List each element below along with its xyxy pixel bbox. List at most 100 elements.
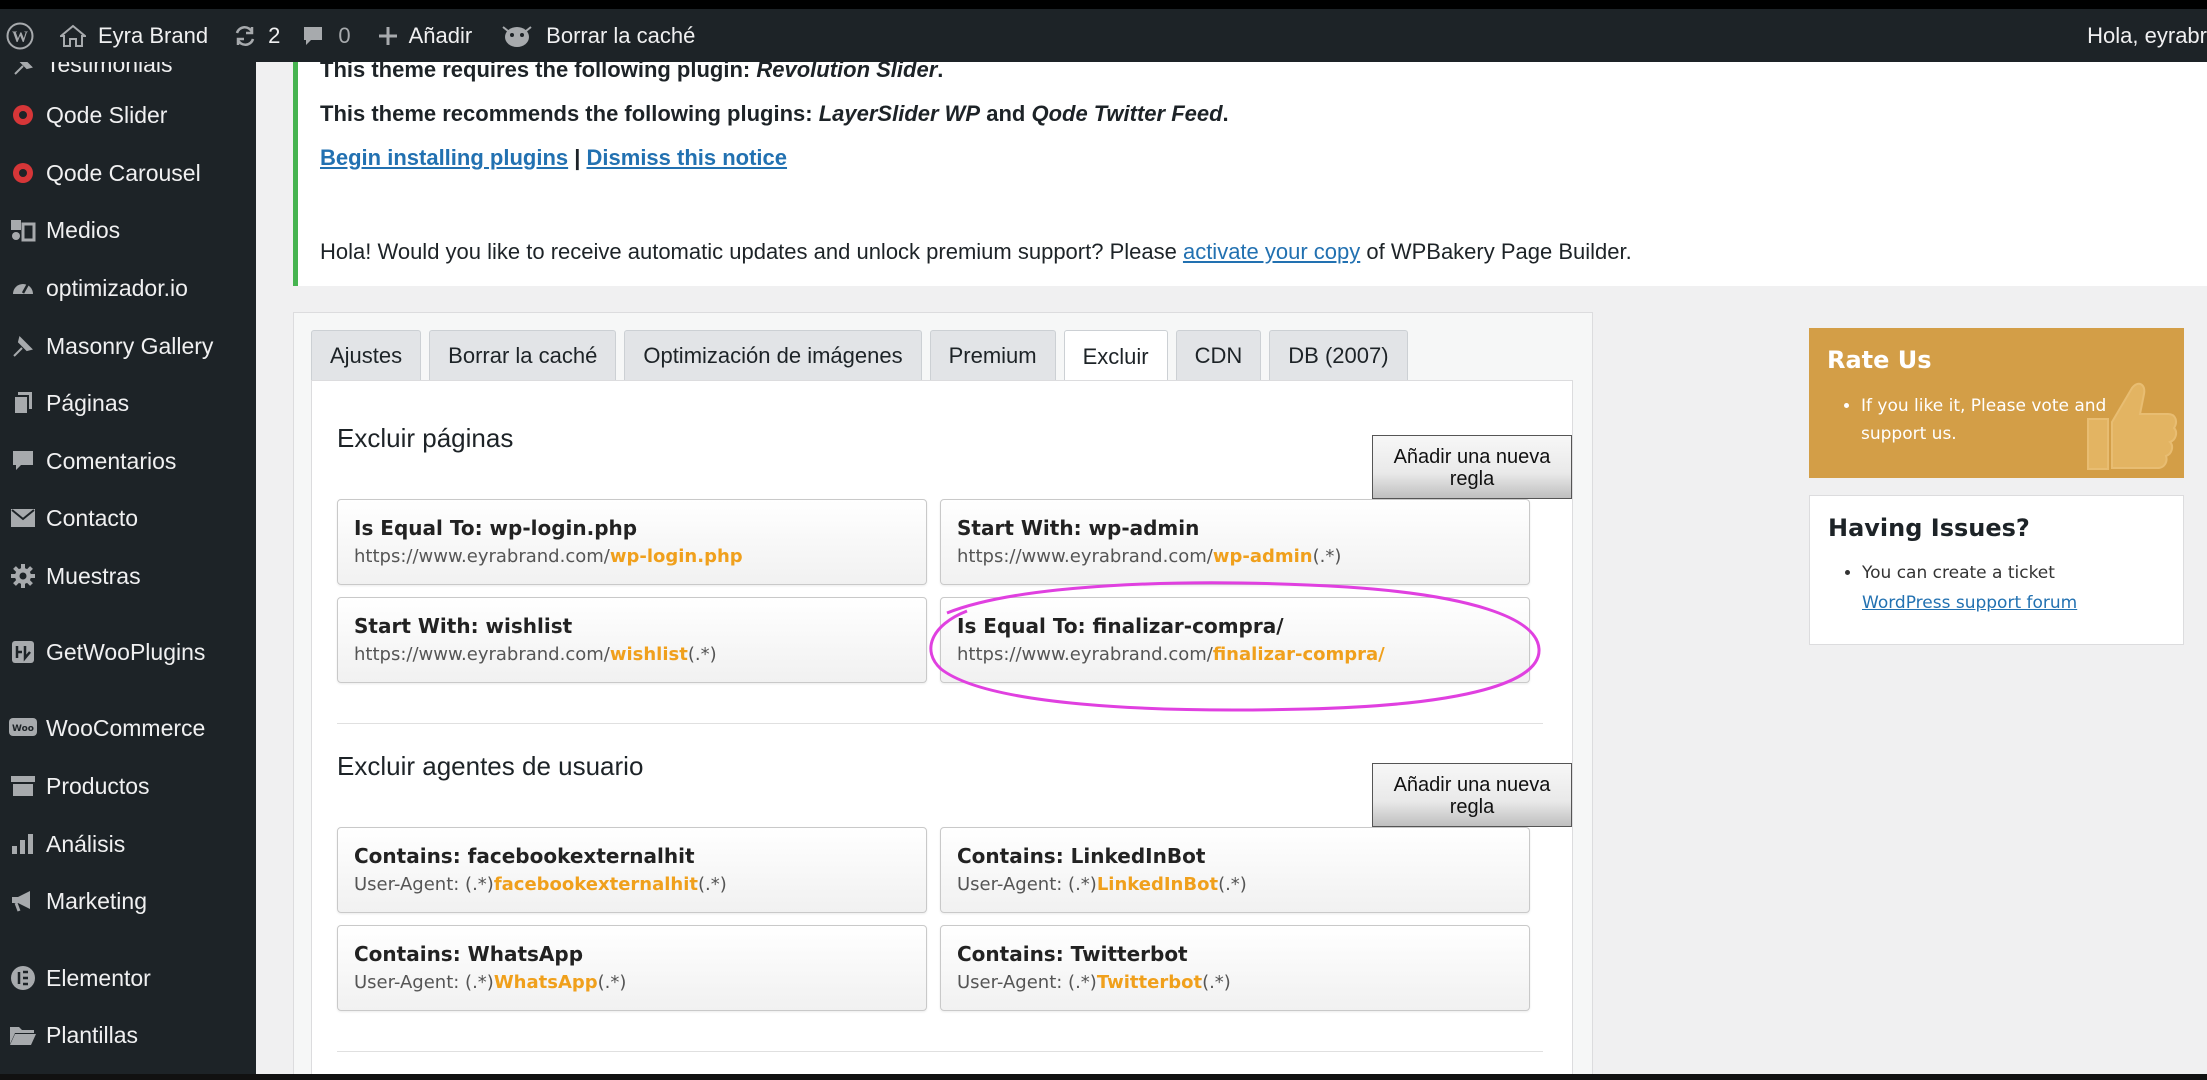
tab-borrar-cache[interactable]: Borrar la caché [429, 330, 617, 380]
rule-suffix: (.*) [1312, 546, 1342, 567]
mail-icon [0, 507, 46, 529]
menu-item-muestras[interactable]: Muestras [0, 554, 256, 598]
issues-title: Having Issues? [1828, 514, 2030, 542]
support-forum-link[interactable]: WordPress support forum [1862, 593, 2077, 613]
rule-title: Contains: LinkedInBot [957, 844, 1206, 868]
admin-sidebar: Testimonials Qode Slider Qode Carousel M… [0, 62, 256, 1074]
menu-item-marketing[interactable]: Marketing [0, 879, 256, 923]
wordpress-logo-icon[interactable]: W [0, 9, 44, 62]
rule-prefix: https://www.eyrabrand.com/ [957, 546, 1213, 567]
rule-title: Is Equal To: wp-login.php [354, 516, 638, 540]
plugin-name: Revolution Slider [756, 62, 938, 82]
plugin-name: Qode Twitter Feed [1031, 101, 1223, 126]
rule-pattern: https://www.eyrabrand.com/wp-admin(.*) [957, 542, 1513, 572]
rule-suffix: (.*) [1202, 972, 1231, 993]
menu-item-medios[interactable]: Medios [0, 208, 256, 252]
thumbs-up-icon [2087, 382, 2178, 470]
gauge-icon [0, 276, 46, 300]
menu-item-plantillas[interactable]: Plantillas [0, 1013, 256, 1057]
cheetah-icon [500, 23, 534, 49]
svg-text:Woo: Woo [12, 724, 34, 734]
clear-cache-label: Borrar la caché [546, 22, 696, 48]
site-name-link[interactable]: Eyra Brand [44, 9, 222, 62]
rule-prefix: https://www.eyrabrand.com/ [354, 546, 610, 567]
menu-item-testimonials[interactable]: Testimonials [0, 62, 256, 86]
agent-rule-card[interactable]: Contains: WhatsApp User-Agent: (.*)Whats… [337, 925, 927, 1011]
rule-highlight: WhatsApp [493, 972, 598, 993]
tab-content-excluir: Excluir páginas Añadir una nueva regla I… [311, 380, 1573, 1074]
add-page-rule-button[interactable]: Añadir una nueva regla [1372, 435, 1572, 499]
screen-bottom-edge [0, 1074, 2207, 1080]
menu-item-productos[interactable]: Productos [0, 764, 256, 808]
rule-highlight: facebookexternalhit [493, 874, 698, 895]
rule-highlight: wishlist [609, 644, 688, 665]
account-greeting[interactable]: Hola, eyrabr [2073, 9, 2207, 62]
woo-icon: Woo [0, 717, 46, 739]
rule-suffix: (.*) [687, 644, 717, 665]
menu-item-woocommerce[interactable]: Woo WooCommerce [0, 706, 256, 750]
updates-link[interactable]: 2 [222, 9, 290, 62]
annotation-circle [929, 581, 1541, 712]
menu-item-contacto[interactable]: Contacto [0, 496, 256, 540]
menu-item-masonry-gallery[interactable]: Masonry Gallery [0, 324, 256, 368]
begin-installing-link[interactable]: Begin installing plugins [320, 145, 568, 170]
agent-rule-card[interactable]: Contains: facebookexternalhit User-Agent… [337, 827, 927, 913]
menu-item-optimizador[interactable]: optimizador.io [0, 266, 256, 310]
agent-rule-card[interactable]: Contains: Twitterbot User-Agent: (.*)Twi… [940, 925, 1530, 1011]
page-rule-card[interactable]: Start With: wp-admin https://www.eyrabra… [940, 499, 1530, 585]
issues-description: You can create a ticket [1862, 563, 2055, 583]
rule-title: Contains: Twitterbot [957, 942, 1188, 966]
comments-link[interactable]: 0 [290, 9, 362, 62]
rule-prefix: User-Agent: (.*) [354, 972, 494, 993]
menu-item-qode-carousel[interactable]: Qode Carousel [0, 151, 256, 195]
menu-label: Marketing [46, 887, 147, 914]
agent-rule-card[interactable]: Contains: LinkedInBot User-Agent: (.*)Li… [940, 827, 1530, 913]
add-agent-rule-button[interactable]: Añadir una nueva regla [1372, 763, 1572, 827]
section-divider [337, 723, 1543, 724]
rule-pattern: User-Agent: (.*)LinkedInBot(.*) [957, 870, 1513, 900]
issues-text: You can create a ticket WordPress support… [1862, 558, 2183, 618]
menu-item-comentarios[interactable]: Comentarios [0, 439, 256, 483]
tab-excluir[interactable]: Excluir [1063, 330, 1168, 382]
tab-cdn[interactable]: CDN [1175, 330, 1262, 380]
rule-title: Start With: wishlist [354, 614, 573, 638]
section-title-excluir-paginas: Excluir páginas [337, 423, 514, 453]
plugin-recommend-line: This theme recommends the following plug… [320, 92, 2207, 136]
plus-icon [377, 25, 399, 47]
rule-highlight: wp-admin [1212, 546, 1313, 567]
rule-prefix: User-Agent: (.*) [957, 874, 1097, 895]
wpbakery-text: Hola! Would you like to receive automati… [320, 230, 2207, 274]
activate-copy-link[interactable]: activate your copy [1183, 239, 1360, 264]
tab-ajustes[interactable]: Ajustes [311, 330, 422, 380]
pin-icon [0, 62, 46, 76]
site-name: Eyra Brand [98, 22, 209, 48]
menu-label: Análisis [46, 830, 126, 857]
menu-item-getwooplugins[interactable]: GetWooPlugins [0, 630, 256, 674]
rule-title: Contains: facebookexternalhit [354, 844, 695, 868]
updates-count: 2 [268, 22, 281, 48]
menu-item-analisis[interactable]: Análisis [0, 822, 256, 866]
menu-label: Medios [46, 216, 121, 243]
tab-db[interactable]: DB (2007) [1269, 330, 1408, 380]
page-rule-card[interactable]: Start With: wishlist https://www.eyrabra… [337, 597, 927, 683]
admin-bar: W Eyra Brand 2 0 Añadir Borrar la caché … [0, 9, 2207, 62]
menu-label: Qode Slider [46, 101, 168, 128]
clear-cache-link[interactable]: Borrar la caché [486, 9, 709, 62]
menu-item-elementor[interactable]: Elementor [0, 956, 256, 1000]
menu-item-qode-slider[interactable]: Qode Slider [0, 93, 256, 137]
new-content-link[interactable]: Añadir [363, 9, 487, 62]
new-label: Añadir [408, 22, 473, 48]
svg-text:W: W [12, 29, 28, 46]
tab-optimizacion-imagenes[interactable]: Optimización de imágenes [624, 330, 922, 380]
dismiss-notice-link[interactable]: Dismiss this notice [587, 145, 788, 170]
menu-label: optimizador.io [46, 274, 188, 301]
plugin-box-icon [0, 640, 46, 664]
page-rule-card[interactable]: Is Equal To: wp-login.php https://www.ey… [337, 499, 927, 585]
menu-label: GetWooPlugins [46, 638, 206, 665]
menu-item-paginas[interactable]: Páginas [0, 381, 256, 425]
gear-icon [0, 563, 46, 589]
rule-title: Contains: WhatsApp [354, 942, 584, 966]
megaphone-icon [0, 889, 46, 913]
plugin-required-line: This theme requires the following plugin… [320, 62, 2207, 92]
tab-premium[interactable]: Premium [929, 330, 1056, 380]
